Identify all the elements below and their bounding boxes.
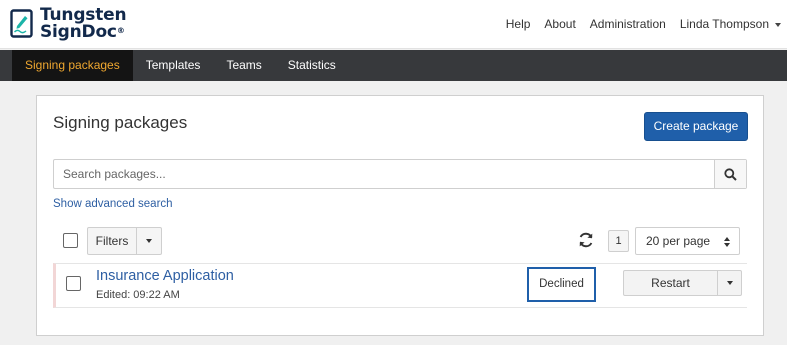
logo[interactable]: Tungsten SignDoc®	[10, 5, 127, 43]
refresh-button[interactable]	[577, 231, 595, 249]
tab-statistics[interactable]: Statistics	[275, 50, 349, 81]
caret-down-icon	[775, 22, 781, 27]
search-icon	[724, 167, 737, 181]
package-edited-time: Edited: 09:22 AM	[96, 289, 180, 301]
page-number[interactable]: 1	[608, 230, 629, 252]
help-link[interactable]: Help	[506, 17, 531, 31]
user-name: Linda Thompson	[679, 17, 769, 31]
per-page-value: 20 per page	[646, 234, 711, 248]
restart-dropdown[interactable]: Restart	[623, 270, 742, 296]
administration-link[interactable]: Administration	[590, 17, 666, 31]
restart-caret-button[interactable]	[718, 271, 741, 295]
logo-mark: ®	[116, 26, 125, 35]
page-title: Signing packages	[53, 113, 188, 132]
pen-sign-icon	[10, 9, 34, 39]
select-all-checkbox[interactable]	[63, 233, 78, 248]
filters-button[interactable]: Filters	[88, 228, 137, 254]
main-nav: Signing packages Templates Teams Statist…	[0, 50, 787, 81]
filters-caret-button[interactable]	[137, 228, 161, 254]
top-links: Help About Administration Linda Thompson	[492, 17, 781, 31]
restart-button[interactable]: Restart	[624, 271, 718, 295]
about-link[interactable]: About	[544, 17, 575, 31]
search-input[interactable]	[54, 160, 715, 188]
logo-line2: SignDoc	[40, 22, 117, 42]
create-package-button[interactable]: Create package	[644, 112, 748, 141]
tab-templates[interactable]: Templates	[133, 50, 214, 81]
updown-icon	[724, 237, 730, 247]
tab-signing-packages[interactable]: Signing packages	[12, 50, 133, 81]
packages-panel: Signing packages Create package Show adv…	[36, 95, 764, 336]
refresh-icon	[579, 232, 593, 248]
filters-dropdown[interactable]: Filters	[87, 227, 162, 255]
caret-down-icon	[726, 281, 733, 285]
app-header: Tungsten SignDoc® Help About Administrat…	[0, 0, 787, 49]
package-row[interactable]: Insurance Application Edited: 09:22 AM D…	[53, 263, 747, 308]
search-bar	[53, 159, 747, 189]
per-page-select[interactable]: 20 per page	[635, 227, 740, 255]
package-title-link[interactable]: Insurance Application	[96, 268, 234, 284]
status-badge: Declined	[527, 267, 596, 302]
user-menu[interactable]: Linda Thompson	[680, 17, 781, 31]
tab-teams[interactable]: Teams	[213, 50, 274, 81]
logo-text: Tungsten SignDoc®	[40, 7, 127, 42]
row-checkbox[interactable]	[66, 276, 81, 291]
search-button[interactable]	[714, 160, 746, 188]
advanced-search-link[interactable]: Show advanced search	[53, 198, 173, 210]
caret-down-icon	[146, 239, 152, 243]
